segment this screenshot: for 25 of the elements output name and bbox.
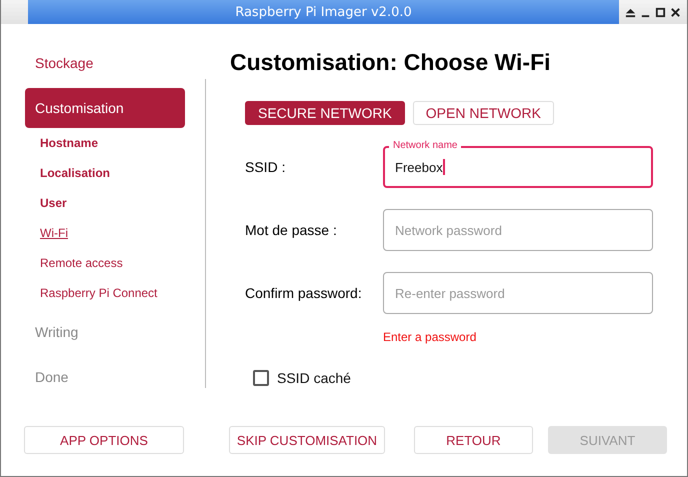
window-title: Raspberry Pi Imager v2.0.0 bbox=[235, 4, 412, 20]
sidebar-step[interactable]: Customisation bbox=[25, 88, 185, 128]
maximize-icon[interactable] bbox=[655, 6, 666, 18]
sidebar-subitem[interactable]: Remote access bbox=[25, 253, 205, 283]
page-heading: Customisation: Choose Wi-Fi bbox=[230, 49, 551, 76]
footer-button[interactable]: SKIP CUSTOMISATION bbox=[229, 426, 385, 454]
close-icon[interactable] bbox=[670, 6, 681, 18]
input-field[interactable]: Network name Freebox bbox=[383, 139, 653, 188]
network-tab[interactable]: SECURE NETWORK bbox=[245, 101, 405, 125]
sidebar-subitem[interactable]: Wi-Fi bbox=[25, 223, 68, 253]
sidebar-subitem[interactable]: User bbox=[25, 193, 205, 223]
eject-icon[interactable] bbox=[625, 6, 636, 18]
sidebar-subitem[interactable]: Localisation bbox=[25, 163, 205, 193]
footer-button[interactable]: RETOUR bbox=[414, 426, 533, 454]
footer-button[interactable]: APP OPTIONS bbox=[24, 426, 184, 454]
sidebar-subitem[interactable]: Hostname bbox=[25, 133, 205, 163]
checkbox-label: SSID caché bbox=[277, 370, 351, 386]
sidebar-step[interactable]: Stockage bbox=[25, 53, 205, 83]
network-tab[interactable]: OPEN NETWORK bbox=[412, 101, 554, 125]
sidebar-subitem[interactable]: Raspberry Pi Connect bbox=[25, 283, 205, 313]
field-label: Confirm password: bbox=[245, 284, 363, 301]
error-message: Enter a password bbox=[383, 330, 478, 344]
field-label: Mot de passe : bbox=[245, 221, 338, 238]
field-label: SSID : bbox=[245, 158, 286, 175]
checkbox[interactable] bbox=[253, 370, 269, 386]
